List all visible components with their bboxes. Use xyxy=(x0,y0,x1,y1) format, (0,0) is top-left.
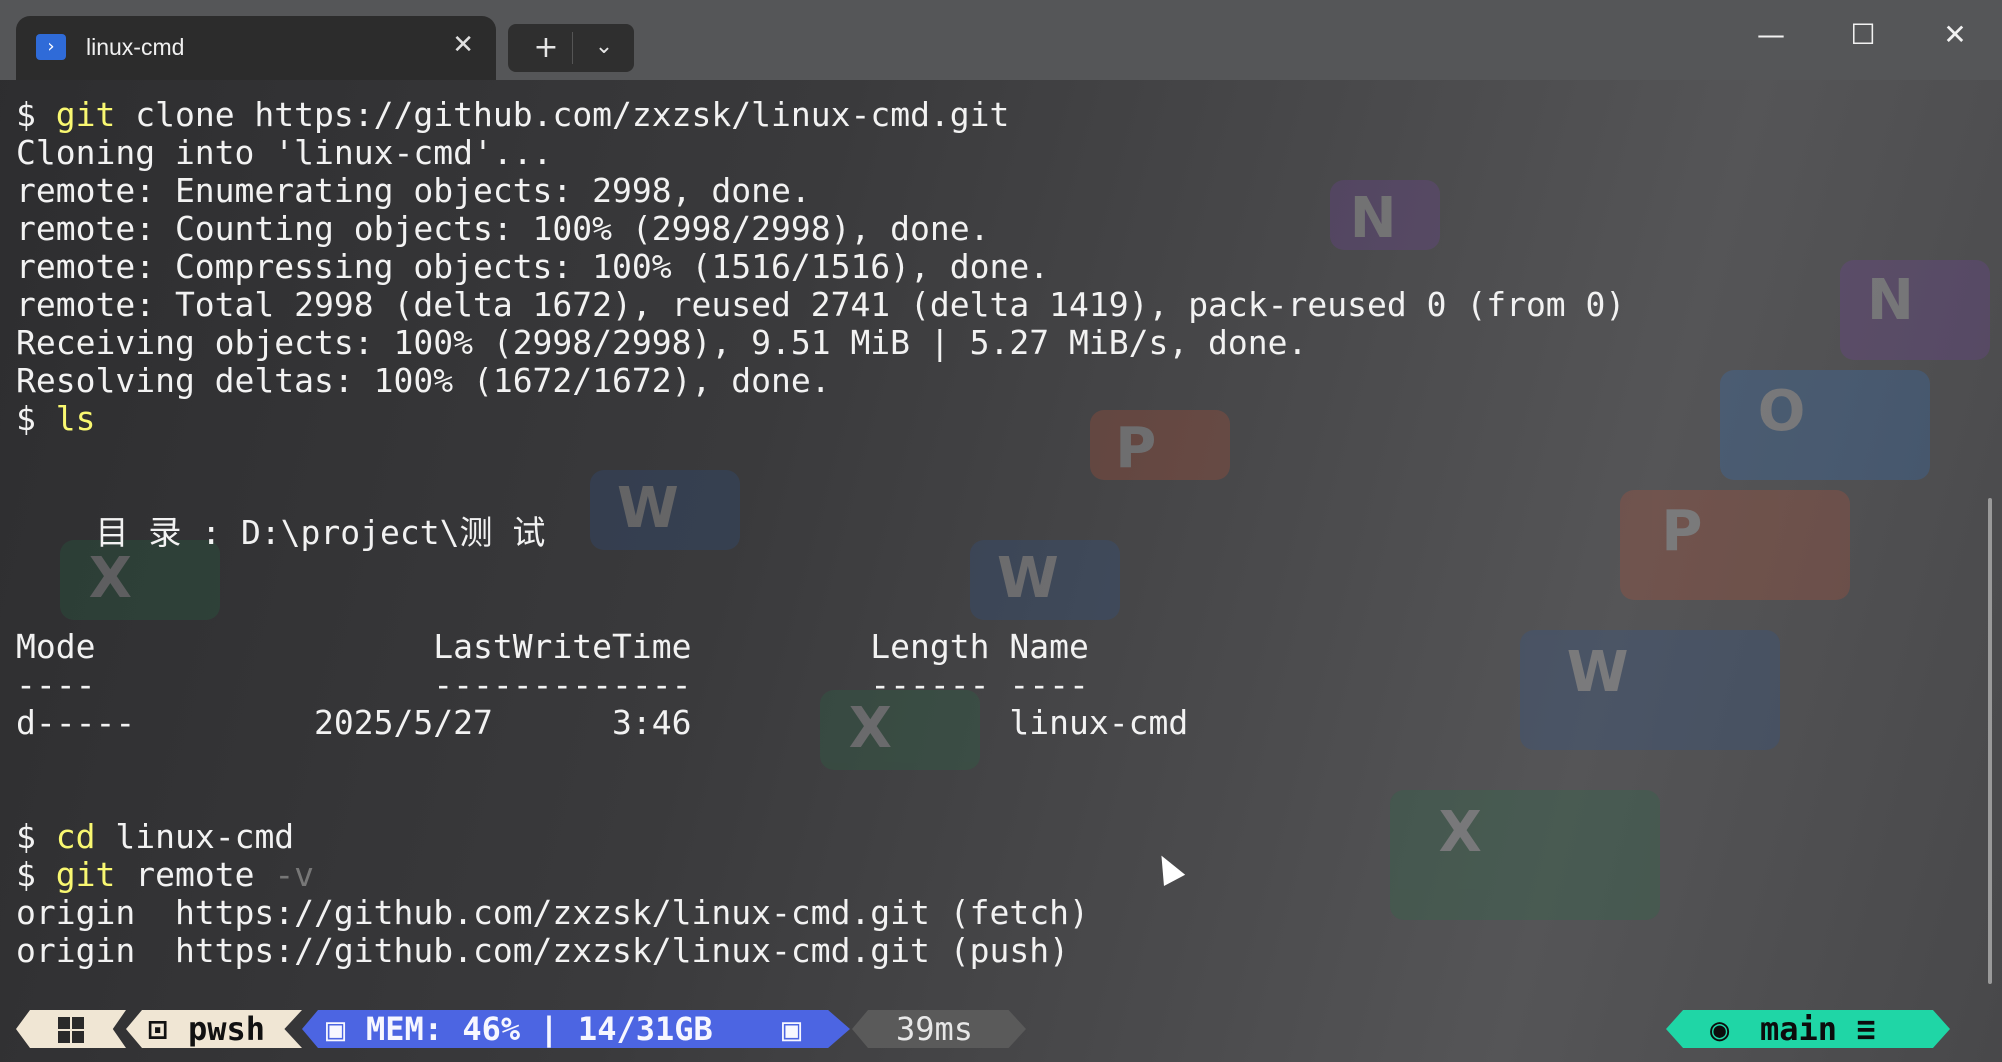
tab-title: linux-cmd xyxy=(86,34,185,60)
shell-name: pwsh xyxy=(188,1010,266,1048)
git-branch: main ≡ xyxy=(1760,1010,1876,1048)
terminal-line: remote: Enumerating objects: 2998, done. xyxy=(16,172,811,210)
terminal-line: remote: Counting objects: 100% (2998/299… xyxy=(16,210,990,248)
line-text: origin https://github.com/zxzsk/linux-cm… xyxy=(16,893,1089,932)
windows-segment xyxy=(16,1010,126,1048)
terminal-line: Cloning into 'linux-cmd'... xyxy=(16,134,552,172)
command-flag: -v xyxy=(274,855,315,894)
line-text: ---- ------------- ------ ---- xyxy=(16,665,1089,704)
minimize-icon[interactable]: — xyxy=(1746,18,1796,51)
line-text: remote: Total 2998 (delta 1672), reused … xyxy=(16,285,1626,324)
line-text: Mode LastWriteTime Length Name xyxy=(16,627,1089,666)
command-name: git xyxy=(55,855,116,894)
tab-close-icon[interactable]: ✕ xyxy=(452,30,474,60)
line-text: Resolving deltas: 100% (1672/1672), done… xyxy=(16,361,831,400)
command-name: git xyxy=(55,95,116,134)
terminal-window: N N O P P W W W X X X › linux-cmd ✕ + ⌄ … xyxy=(0,0,2002,1062)
line-text: clone https://github.com/zxzsk/linux-cmd… xyxy=(115,95,1010,134)
new-tab-separator xyxy=(572,32,573,64)
powershell-icon: › xyxy=(36,34,66,60)
line-text: linux-cmd xyxy=(95,817,295,856)
title-bar: › linux-cmd ✕ + ⌄ — ☐ ✕ xyxy=(0,0,2002,80)
line-text: remote: Counting objects: 100% (2998/299… xyxy=(16,209,990,248)
prompt-symbol: $ xyxy=(16,399,56,438)
execution-time: 39ms xyxy=(896,1010,974,1048)
shell-segment: ⊡ pwsh xyxy=(126,1010,302,1048)
terminal-line: Receiving objects: 100% (2998/2998), 9.5… xyxy=(16,324,1307,362)
terminal-output[interactable]: $ git clone https://github.com/zxzsk/lin… xyxy=(16,96,1976,996)
chevron-down-icon[interactable]: ⌄ xyxy=(584,34,624,59)
terminal-line: remote: Compressing objects: 100% (1516/… xyxy=(16,248,1049,286)
memory-usage: MEM: 46% | 14/31GB xyxy=(366,1010,713,1048)
new-tab-group: + ⌄ xyxy=(508,24,634,72)
scrollbar-thumb[interactable] xyxy=(1988,498,1992,984)
maximize-icon[interactable]: ☐ xyxy=(1838,18,1888,51)
status-bar: ⊡ pwsh ▣ MEM: 46% | 14/31GB ▣ 39ms ◉ mai… xyxy=(0,1006,2002,1050)
terminal-line: Resolving deltas: 100% (1672/1672), done… xyxy=(16,362,831,400)
terminal-line: origin https://github.com/zxzsk/linux-cm… xyxy=(16,932,1069,970)
line-text: Receiving objects: 100% (2998/2998), 9.5… xyxy=(16,323,1308,362)
line-text: origin https://github.com/zxzsk/linux-cm… xyxy=(16,931,1069,970)
terminal-line: d----- 2025/5/27 3:46 linux-cmd xyxy=(16,704,1188,742)
terminal-line: Mode LastWriteTime Length Name xyxy=(16,628,1089,666)
new-tab-plus-icon[interactable]: + xyxy=(526,30,566,65)
terminal-line: origin https://github.com/zxzsk/linux-cm… xyxy=(16,894,1089,932)
terminal-line: 目 录 : D:\project\测 试 xyxy=(16,514,545,552)
windows-logo-icon xyxy=(58,1017,84,1043)
terminal-line: $ git remote -v xyxy=(16,856,314,894)
terminal-prompt-icon: ⊡ xyxy=(148,1010,168,1048)
git-segment: ◉ main ≡ xyxy=(1666,1010,1950,1048)
prompt-symbol: $ xyxy=(16,95,56,134)
prompt-symbol: $ xyxy=(16,817,56,856)
terminal-line: $ cd linux-cmd xyxy=(16,818,294,856)
tab-linux-cmd[interactable]: › linux-cmd ✕ xyxy=(16,16,496,80)
command-name: cd xyxy=(55,817,96,856)
terminal-line: remote: Total 2998 (delta 1672), reused … xyxy=(16,286,1625,324)
line-text: Cloning into 'linux-cmd'... xyxy=(16,133,553,172)
prompt-symbol: $ xyxy=(16,855,56,894)
terminal-line: $ git clone https://github.com/zxzsk/lin… xyxy=(16,96,1009,134)
github-icon: ◉ xyxy=(1710,1010,1730,1048)
command-name: ls xyxy=(55,399,96,438)
memory-segment: ▣ MEM: 46% | 14/31GB ▣ xyxy=(302,1010,850,1048)
chip-icon-right: ▣ xyxy=(782,1010,802,1048)
line-text: remote xyxy=(115,855,275,894)
close-icon[interactable]: ✕ xyxy=(1930,18,1980,51)
line-text: remote: Compressing objects: 100% (1516/… xyxy=(16,247,1050,286)
chip-icon: ▣ xyxy=(326,1010,346,1048)
terminal-line: ---- ------------- ------ ---- xyxy=(16,666,1089,704)
line-text: d----- 2025/5/27 3:46 linux-cmd xyxy=(16,703,1189,742)
line-text: 目 录 : D:\project\测 试 xyxy=(16,513,546,552)
line-text: remote: Enumerating objects: 2998, done. xyxy=(16,171,811,210)
execution-time-segment: 39ms xyxy=(852,1010,1026,1048)
terminal-line: $ ls xyxy=(16,400,96,438)
